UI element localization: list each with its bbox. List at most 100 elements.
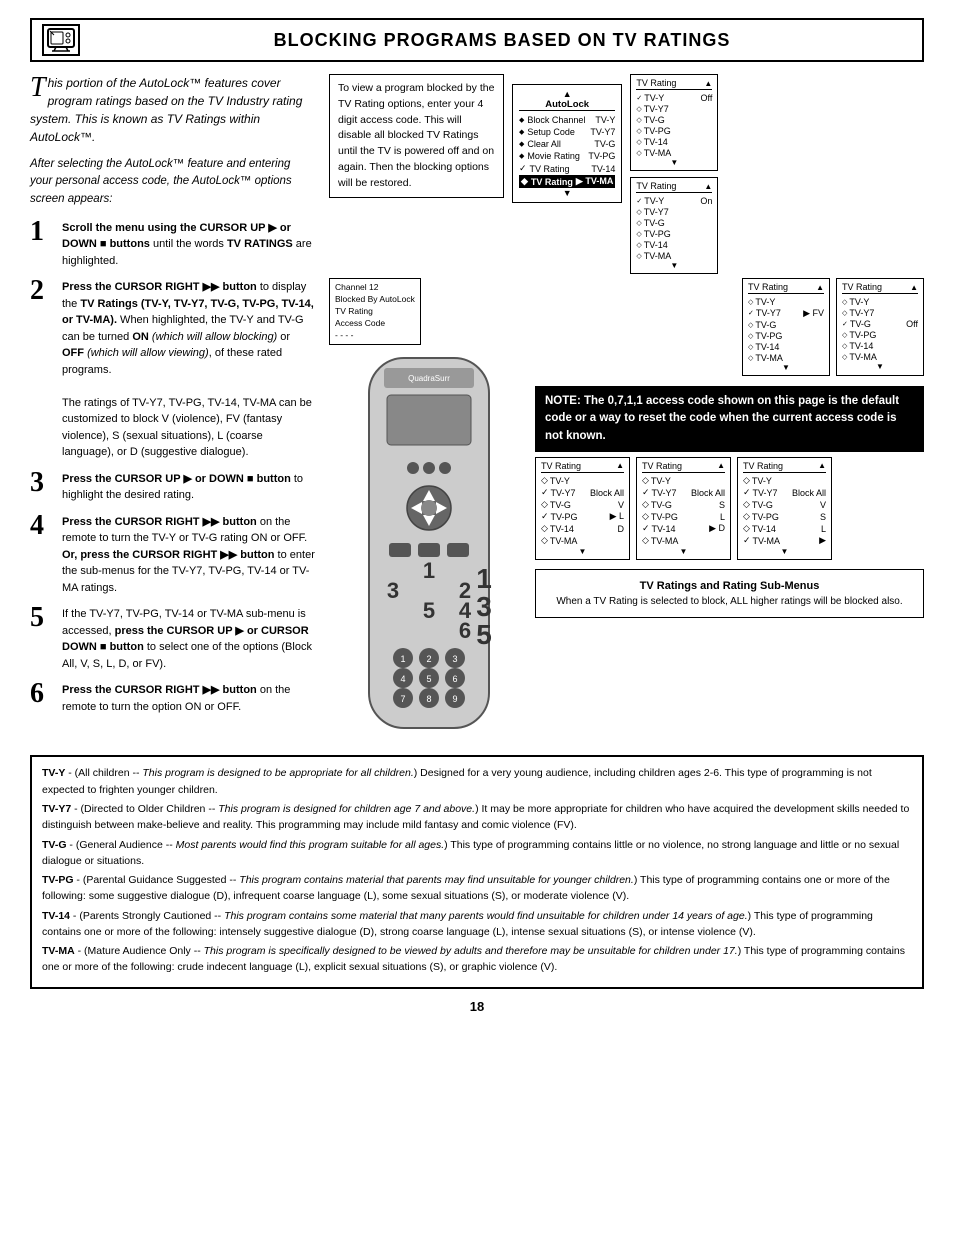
header-icon [42,24,80,56]
def-tvy: TV-Y - (All children -- This program is … [42,765,912,798]
diamond-icon: ◆ [519,140,524,148]
menu-up-arrow: ▲ [519,89,615,99]
svg-text:5: 5 [423,598,435,623]
channel-box: Channel 12 Blocked By AutoLock TV Rating… [329,278,421,345]
step-4: 4 Press the CURSOR RIGHT ▶▶ button on th… [30,514,315,597]
step-2: 2 Press the CURSOR RIGHT ▶▶ button to di… [30,279,315,461]
rating-desc-text: When a TV Rating is selected to block, A… [546,594,913,609]
step-3-number: 3 [30,469,54,497]
autolock-menu: ▲ AutoLock ◆ Block Channel TV-Y ◆ Setup … [512,84,622,203]
menu-down-arrow: ▼ [519,188,615,198]
step-1-content: Scroll the menu using the CURSOR UP ▶ or… [62,220,315,270]
svg-text:6: 6 [452,674,457,684]
diagram-middle: Channel 12 Blocked By AutoLock TV Rating… [329,278,924,743]
step-2-bold: Press the CURSOR RIGHT ▶▶ button [62,281,257,293]
r1-tv14: ◇ TV-14 [636,136,712,147]
step-4-number: 4 [30,512,54,540]
page: Blocking Programs Based on TV Ratings Th… [0,0,954,1235]
diamond-icon: ◆ [519,152,524,160]
steps-list: 1 Scroll the menu using the CURSOR UP ▶ … [30,220,315,716]
arrow-icon: ◆ [521,176,528,187]
svg-text:5: 5 [476,619,492,650]
step-1-number: 1 [30,218,54,246]
r4-tvpg: ◇ TV-PG [842,329,918,340]
content-wrap: This portion of the AutoLock™ features c… [30,74,924,743]
r2-tvy: ✓ TV-Y On [636,195,712,206]
note-banner: NOTE: The 0,7,1,1 access code shown on t… [535,386,924,452]
page-title: Blocking Programs Based on TV Ratings [92,30,912,51]
r4-tvy: ◇ TV-Y [842,296,918,307]
def-tvg: TV-G - (General Audience -- Most parents… [42,837,912,870]
step-6-number: 6 [30,680,54,708]
svg-text:3: 3 [387,578,399,603]
menu-item-tv-rating-2: ◆ TV Rating ▶ TV-MA [519,175,615,188]
left-column: This portion of the AutoLock™ features c… [30,74,315,743]
r2-tvma: ◇ TV-MA [636,250,712,261]
page-header: Blocking Programs Based on TV Ratings [30,18,924,62]
r3-tvg: ◇ TV-G [748,319,824,330]
step-2-number: 2 [30,277,54,305]
channel-line1: Channel 12 [335,282,415,294]
r1-tvy: ✓ TV-Y Off [636,92,712,103]
rating-desc-box: TV Ratings and Rating Sub-Menus When a T… [535,569,924,619]
r1-tvma: ◇ TV-MA [636,147,712,158]
r2-tvg: ◇ TV-G [636,217,712,228]
svg-text:3: 3 [452,654,457,664]
svg-text:1: 1 [400,654,405,664]
step-6-content: Press the CURSOR RIGHT ▶▶ button on the … [62,682,315,715]
step-5-number: 5 [30,604,54,632]
channel-line3: TV Rating [335,306,415,318]
rating-menu-4: TV Rating ▲ ◇ TV-Y ◇ TV-Y7 ✓ TV-G Off ◇ … [836,278,924,376]
step-1: 1 Scroll the menu using the CURSOR UP ▶ … [30,220,315,270]
step-3: 3 Press the CURSOR UP ▶ or DOWN ■ button… [30,471,315,504]
menu-item-movie-rating: ◆ Movie Rating TV-PG [519,150,615,162]
rating-menu-3: TV Rating ▲ ◇ TV-Y ✓ TV-Y7 ▶ FV ◇ TV-G ◇… [742,278,830,376]
autolock-menu-title: AutoLock [519,99,615,111]
r3-tvma: ◇ TV-MA [748,352,824,363]
r1-tvpg: ◇ TV-PG [636,125,712,136]
r3-tvy7: ✓ TV-Y7 ▶ FV [748,307,824,319]
def-tv14: TV-14 - (Parents Strongly Cautioned -- T… [42,908,912,941]
svg-text:5: 5 [426,674,431,684]
r4-tvg: ✓ TV-G Off [842,318,918,329]
menu-item-block-channel: ◆ Block Channel TV-Y [519,114,615,126]
diamond-icon: ◆ [519,128,524,136]
rating-menus-top: TV Rating ▲ ✓ TV-Y Off ◇ TV-Y7 ◇ TV-G ◇ … [630,74,718,274]
svg-text:4: 4 [400,674,405,684]
svg-text:2: 2 [426,654,431,664]
step-4-content: Press the CURSOR RIGHT ▶▶ button on the … [62,514,315,597]
diamond-icon: ◆ [519,116,524,124]
svg-text:QuadraSurr: QuadraSurr [408,374,450,383]
bottom-menu-1: TV Rating ▲ ◇ TV-Y ✓ TV-Y7 Block All ◇ T… [535,457,630,560]
svg-text:1: 1 [423,558,435,583]
menu-item-setup-code: ◆ Setup Code TV-Y7 [519,126,615,138]
step-5-content: If the TV-Y7, TV-PG, TV-14 or TV-MA sub-… [62,606,315,672]
channel-line2: Blocked By AutoLock [335,294,415,306]
rating-desc-title: TV Ratings and Rating Sub-Menus [546,578,913,595]
rating-menu-2: TV Rating ▲ ✓ TV-Y On ◇ TV-Y7 ◇ TV-G ◇ T… [630,177,718,274]
r2-tvpg: ◇ TV-PG [636,228,712,239]
def-tvy7: TV-Y7 - (Directed to Older Children -- T… [42,801,912,834]
channel-line4: Access Code [335,318,415,330]
right-column: To view a program blocked by the TV Rati… [329,74,924,743]
menu-item-clear-all: ◆ Clear All TV-G [519,138,615,150]
svg-text:7: 7 [400,694,405,704]
svg-text:9: 9 [452,694,457,704]
bottom-menu-3: TV Rating ▲ ◇ TV-Y ✓ TV-Y7 Block All ◇ T… [737,457,832,560]
remote-control: QuadraSurr [329,353,529,743]
rating-menu-1: TV Rating ▲ ✓ TV-Y Off ◇ TV-Y7 ◇ TV-G ◇ … [630,74,718,171]
r2-tvy7: ◇ TV-Y7 [636,206,712,217]
r4-tv14: ◇ TV-14 [842,340,918,351]
svg-text:8: 8 [426,694,431,704]
page-number: 18 [30,999,924,1014]
intro-paragraph1: This portion of the AutoLock™ features c… [30,74,315,146]
description-box: To view a program blocked by the TV Rati… [329,74,504,198]
r3-tv14: ◇ TV-14 [748,341,824,352]
r2-tv14: ◇ TV-14 [636,239,712,250]
step-6: 6 Press the CURSOR RIGHT ▶▶ button on th… [30,682,315,715]
svg-text:1: 1 [476,563,492,594]
r1-tvg: ◇ TV-G [636,114,712,125]
step-1-highlight: TV RATINGS [227,238,293,250]
r1-tvy7: ◇ TV-Y7 [636,103,712,114]
r4-tvma: ◇ TV-MA [842,351,918,362]
